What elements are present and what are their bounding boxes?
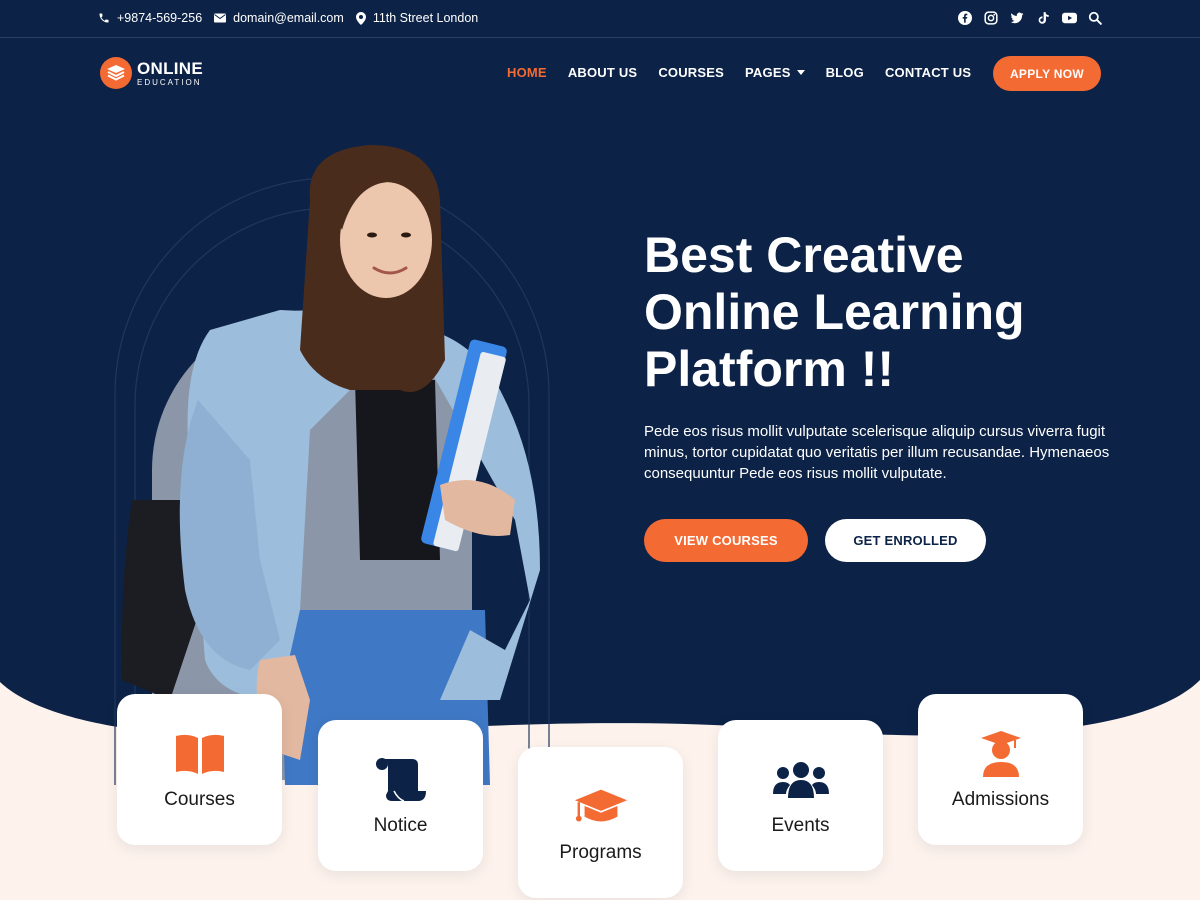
nav-item-contact-us[interactable]: CONTACT US <box>885 65 971 80</box>
feature-label: Courses <box>164 788 235 810</box>
headline-line: Platform !! <box>644 341 894 397</box>
phone-contact[interactable]: +9874-569-256 <box>98 11 202 25</box>
nav-item-label: BLOG <box>825 65 864 80</box>
nav-item-about-us[interactable]: ABOUT US <box>568 65 638 80</box>
feature-card-programs[interactable]: Programs <box>518 747 683 898</box>
contact-info: +9874-569-256 domain@email.com 11th Stre… <box>98 11 490 25</box>
logo-emblem <box>100 57 132 89</box>
social-links <box>946 11 1102 25</box>
feature-label: Admissions <box>951 788 1050 810</box>
logo-wordmark: ONLINE EDUCATION <box>137 60 203 87</box>
headline-line: Best Creative <box>644 227 964 283</box>
main-nav: HOME ABOUT US COURSES PAGES BLOG CONTACT… <box>507 65 992 80</box>
headline-line: Online Learning <box>644 284 1025 340</box>
feature-label: Programs <box>559 841 642 863</box>
top-bar: +9874-569-256 domain@email.com 11th Stre… <box>0 0 1200 38</box>
graduation-cap-icon <box>573 782 629 832</box>
nav-item-label: ABOUT US <box>567 65 638 80</box>
email-contact[interactable]: domain@email.com <box>214 11 344 25</box>
nav-item-label: HOME <box>507 65 547 80</box>
logo-sub-text: EDUCATION <box>137 77 202 87</box>
nav-item-label: PAGES <box>745 65 791 80</box>
stacked-books-icon <box>107 65 125 81</box>
nav-item-blog[interactable]: BLOG <box>826 65 864 80</box>
street-address: 11th Street London <box>372 11 479 25</box>
phone-icon <box>99 13 109 23</box>
nav-item-label: CONTACT US <box>884 65 972 80</box>
nav-item-home[interactable]: HOME <box>507 65 547 80</box>
logo-main-text: ONLINE <box>137 58 204 78</box>
get-enrolled-button[interactable]: GET ENROLLED <box>825 519 986 562</box>
caret-down-icon <box>796 70 805 75</box>
feature-card-events[interactable]: Events <box>718 720 883 871</box>
nav-item-pages[interactable]: PAGES <box>745 65 805 80</box>
feature-label: Events <box>771 814 830 836</box>
book-icon <box>172 729 228 779</box>
search-icon[interactable] <box>1088 11 1102 25</box>
users-icon <box>772 755 829 805</box>
hero-description: Pede eos risus mollit vulputate sceleris… <box>644 423 1110 482</box>
tiktok-icon[interactable] <box>1036 11 1050 25</box>
view-courses-button[interactable]: VIEW COURSES <box>644 519 808 562</box>
address-contact[interactable]: 11th Street London <box>355 11 479 25</box>
feature-card-notice[interactable]: Notice <box>318 720 483 871</box>
nav-item-label: COURSES <box>658 65 725 80</box>
graduate-icon <box>973 729 1029 779</box>
hero-headline: Best Creative Online Learning Platform !… <box>644 227 1164 398</box>
apply-now-button[interactable]: APPLY NOW <box>993 56 1101 91</box>
instagram-icon[interactable] <box>984 11 998 25</box>
student-photo <box>114 145 550 785</box>
envelope-icon <box>214 13 227 23</box>
youtube-icon[interactable] <box>1062 11 1077 25</box>
nav-item-courses[interactable]: COURSES <box>658 65 724 80</box>
feature-label: Notice <box>373 814 428 836</box>
site-logo[interactable]: ONLINE EDUCATION <box>100 57 203 89</box>
facebook-icon[interactable] <box>958 11 972 25</box>
feature-card-courses[interactable]: Courses <box>117 694 282 845</box>
twitter-icon[interactable] <box>1010 11 1024 25</box>
phone-number: +9874-569-256 <box>117 11 203 25</box>
scroll-icon <box>373 755 429 805</box>
feature-card-admissions[interactable]: Admissions <box>918 694 1083 845</box>
email-address: domain@email.com <box>233 11 344 25</box>
map-pin-icon <box>355 11 366 25</box>
